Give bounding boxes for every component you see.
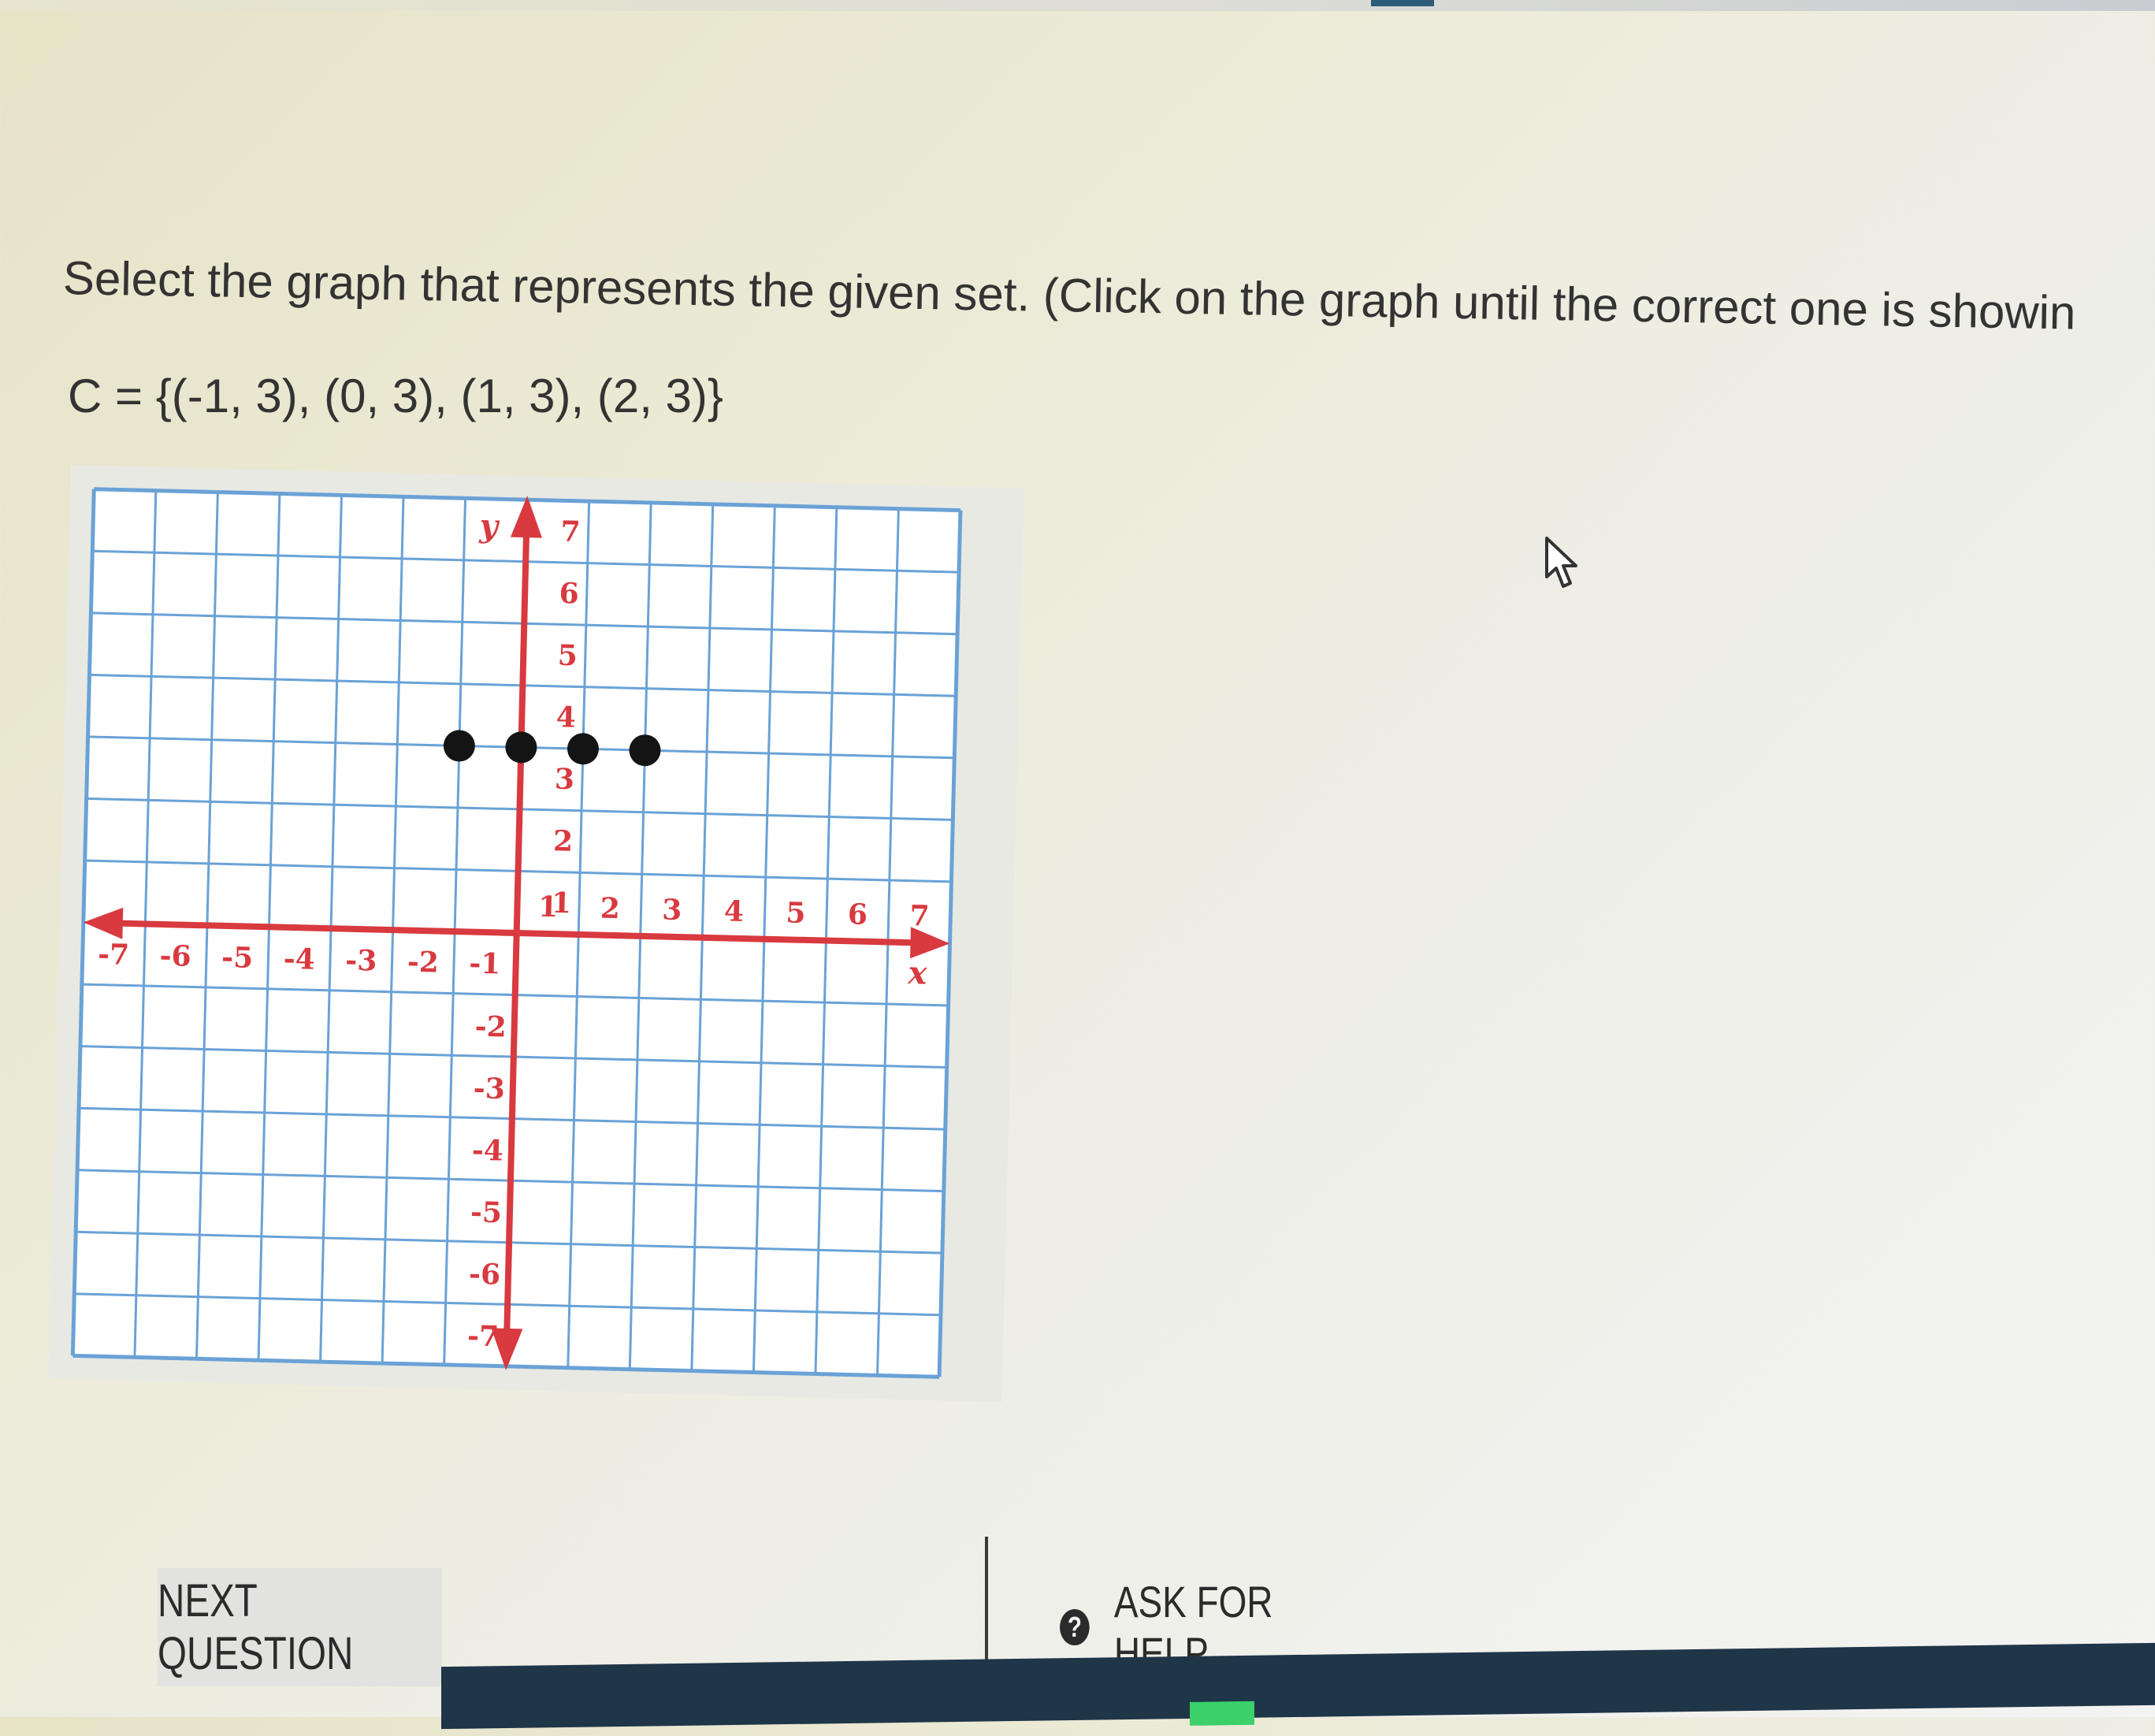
y-tick-label: 3 [554,763,574,797]
x-tick-label: -3 [345,944,377,978]
question-prompt: Select the graph that represents the giv… [62,251,2076,340]
x-tick-label: 5 [786,896,806,930]
x-tick-label: 2 [600,892,620,926]
graph-option[interactable]: -7 -6 -5 -4 -3 -2 -1 1 2 3 4 5 6 7 7 6 5 4 3 2 1 -2 -3 -4 -5 -6 -7… [48,465,1024,1403]
y-axis-label: y [478,507,500,545]
x-tick-label: 3 [662,894,682,927]
y-tick-label: 7 [560,515,581,549]
x-tick-label: -7 [98,938,130,972]
y-tick-label: 5 [557,639,578,673]
y-tick-label: -7 [467,1319,500,1353]
x-axis-label: x [907,954,928,992]
top-progress-accent [1371,0,1434,6]
y-tick-label: -5 [470,1195,502,1229]
set-expression: C = {(-1, 3), (0, 3), (1, 3), (2, 3)} [68,370,723,422]
y-tick-label: -2 [474,1010,507,1044]
coordinate-grid[interactable]: -7 -6 -5 -4 -3 -2 -11 2 3 4 5 6 77654321-2-3-4-5-6-7… [49,465,1024,1402]
x-tick-label: -5 [221,941,254,975]
taskbar [441,1642,2155,1730]
y-tick-label: -3 [473,1072,505,1106]
x-tick-label: 7 [909,899,930,933]
x-tick-label: 6 [847,898,868,931]
y-tick-label: 2 [552,824,573,858]
y-tick-label: 6 [559,577,579,611]
y-tick-label: 1 [552,887,572,920]
taskbar-indicator [1190,1701,1254,1726]
question-circle-icon: ? [1060,1609,1090,1645]
mouse-pointer-icon [1545,537,1577,588]
top-rule [0,0,2155,11]
x-tick-label: -4 [283,942,315,976]
y-tick-label: -4 [471,1134,503,1168]
y-tick-label: 4 [555,701,576,734]
y-tick-label: -6 [469,1258,501,1292]
x-tick-label: -2 [407,946,439,980]
next-question-button[interactable]: NEXT QUESTION [158,1568,442,1686]
x-tick-label: 4 [723,894,744,928]
next-question-label: NEXT QUESTION [158,1575,354,1679]
x-tick-label: -1 [469,947,501,981]
x-tick-label: -6 [159,939,191,973]
